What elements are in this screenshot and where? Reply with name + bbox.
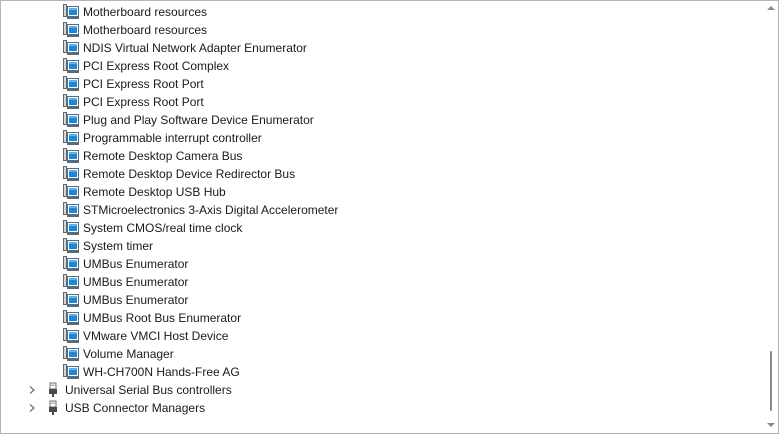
- device-row[interactable]: PCI Express Root Port: [1, 75, 778, 93]
- device-label: Motherboard resources: [83, 5, 208, 19]
- device-row[interactable]: Motherboard resources: [1, 21, 778, 39]
- system-device-icon: [63, 292, 79, 307]
- device-label: VMware VMCI Host Device: [83, 329, 229, 343]
- device-label: System CMOS/real time clock: [83, 221, 243, 235]
- device-label: PCI Express Root Port: [83, 95, 204, 109]
- device-label: System timer: [83, 239, 154, 253]
- chevron-right-icon[interactable]: [27, 403, 37, 413]
- device-row[interactable]: Remote Desktop Camera Bus: [1, 147, 778, 165]
- device-row[interactable]: UMBus Enumerator: [1, 273, 778, 291]
- system-device-icon: [63, 274, 79, 289]
- device-label: NDIS Virtual Network Adapter Enumerator: [83, 41, 307, 55]
- usb-icon: [49, 382, 57, 397]
- scroll-down-arrow-icon[interactable]: [767, 422, 775, 428]
- device-label: WH-CH700N Hands-Free AG: [83, 365, 240, 379]
- system-device-icon: [63, 22, 79, 37]
- device-row[interactable]: PCI Express Root Complex: [1, 57, 778, 75]
- device-label: Remote Desktop Camera Bus: [83, 149, 243, 163]
- device-tree: Motherboard resources Motherboard resourc…: [1, 1, 763, 433]
- system-device-icon: [63, 4, 79, 19]
- device-row[interactable]: VMware VMCI Host Device: [1, 327, 778, 345]
- system-device-icon: [63, 58, 79, 73]
- device-label: STMicroelectronics 3-Axis Digital Accele…: [83, 203, 339, 217]
- category-label: Universal Serial Bus controllers: [65, 383, 232, 397]
- system-device-icon: [63, 184, 79, 199]
- device-row[interactable]: Programmable interrupt controller: [1, 129, 778, 147]
- device-row[interactable]: Motherboard resources: [1, 3, 778, 21]
- usb-icon: [49, 400, 57, 415]
- device-label: Plug and Play Software Device Enumerator: [83, 113, 314, 127]
- system-device-icon: [63, 112, 79, 127]
- category-row[interactable]: Universal Serial Bus controllers: [1, 381, 778, 399]
- scroll-up-arrow-icon[interactable]: [767, 5, 775, 11]
- device-row[interactable]: UMBus Root Bus Enumerator: [1, 309, 778, 327]
- scrollbar-thumb[interactable]: [770, 351, 772, 411]
- vertical-scrollbar[interactable]: [764, 1, 778, 433]
- system-device-icon: [63, 346, 79, 361]
- device-label: Remote Desktop USB Hub: [83, 185, 226, 199]
- system-device-icon: [63, 328, 79, 343]
- system-device-icon: [63, 130, 79, 145]
- system-device-icon: [63, 310, 79, 325]
- category-row[interactable]: USB Connector Managers: [1, 399, 778, 417]
- device-label: UMBus Root Bus Enumerator: [83, 311, 242, 325]
- device-row[interactable]: STMicroelectronics 3-Axis Digital Accele…: [1, 201, 778, 219]
- system-device-icon: [63, 166, 79, 181]
- system-device-icon: [63, 364, 79, 379]
- device-row[interactable]: NDIS Virtual Network Adapter Enumerator: [1, 39, 778, 57]
- system-device-icon: [63, 40, 79, 55]
- device-label: UMBus Enumerator: [83, 293, 189, 307]
- system-device-icon: [63, 220, 79, 235]
- device-row[interactable]: Volume Manager: [1, 345, 778, 363]
- system-device-icon: [63, 94, 79, 109]
- system-device-icon: [63, 148, 79, 163]
- device-row[interactable]: System CMOS/real time clock: [1, 219, 778, 237]
- category-label: USB Connector Managers: [65, 401, 206, 415]
- system-device-icon: [63, 76, 79, 91]
- device-label: Remote Desktop Device Redirector Bus: [83, 167, 296, 181]
- chevron-right-icon[interactable]: [27, 385, 37, 395]
- device-label: PCI Express Root Complex: [83, 59, 230, 73]
- system-device-icon: [63, 256, 79, 271]
- device-label: Motherboard resources: [83, 23, 208, 37]
- system-device-icon: [63, 238, 79, 253]
- device-row[interactable]: UMBus Enumerator: [1, 255, 778, 273]
- device-manager-window: Motherboard resources Motherboard resourc…: [0, 0, 779, 434]
- device-row[interactable]: System timer: [1, 237, 778, 255]
- device-label: UMBus Enumerator: [83, 275, 189, 289]
- device-label: Volume Manager: [83, 347, 174, 361]
- device-label: PCI Express Root Port: [83, 77, 204, 91]
- device-row[interactable]: WH-CH700N Hands-Free AG: [1, 363, 778, 381]
- device-row[interactable]: Remote Desktop USB Hub: [1, 183, 778, 201]
- device-row[interactable]: UMBus Enumerator: [1, 291, 778, 309]
- device-label: Programmable interrupt controller: [83, 131, 262, 145]
- device-row[interactable]: Plug and Play Software Device Enumerator: [1, 111, 778, 129]
- device-label: UMBus Enumerator: [83, 257, 189, 271]
- device-row[interactable]: PCI Express Root Port: [1, 93, 778, 111]
- system-device-icon: [63, 202, 79, 217]
- device-row[interactable]: Remote Desktop Device Redirector Bus: [1, 165, 778, 183]
